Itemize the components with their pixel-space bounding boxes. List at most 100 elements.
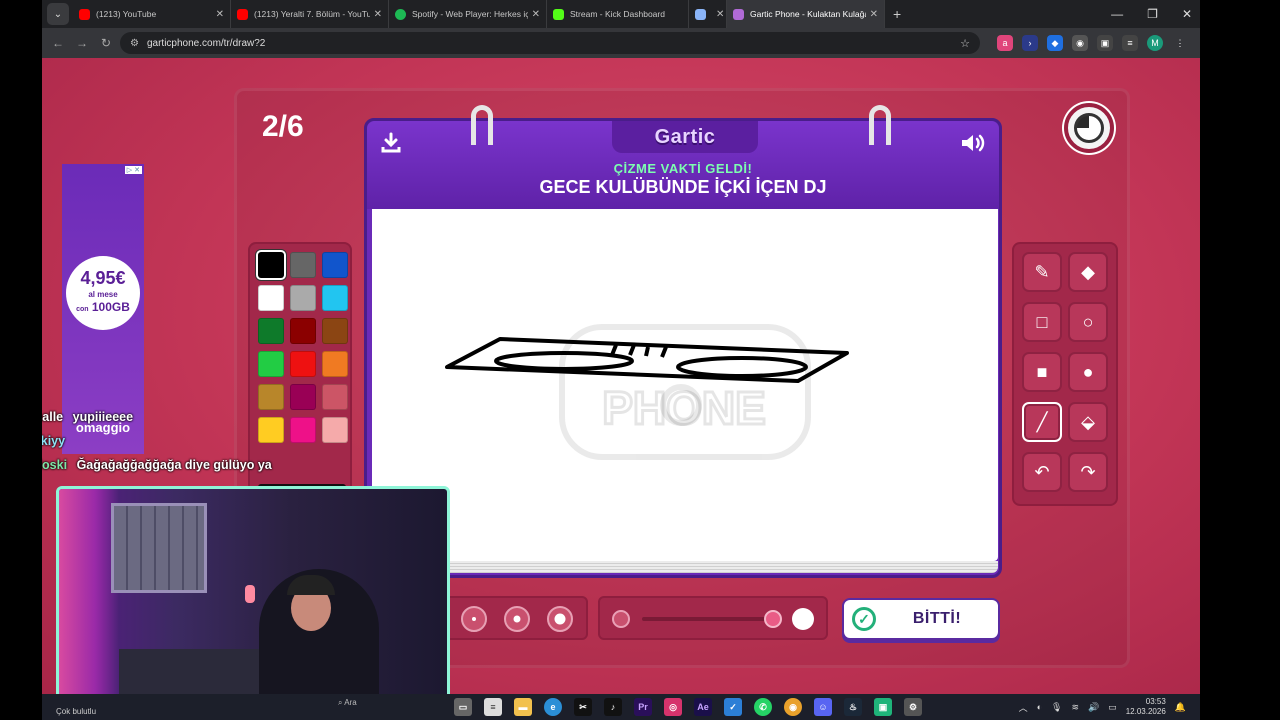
after-effects-icon[interactable]: Ae xyxy=(694,698,712,716)
forward-icon[interactable]: → xyxy=(70,36,94,50)
close-icon[interactable]: ✕ xyxy=(716,9,724,20)
wifi-icon[interactable]: ≋ xyxy=(1071,702,1079,713)
color-swatch[interactable] xyxy=(258,252,284,278)
notes-icon[interactable]: ≡ xyxy=(484,698,502,716)
discord-icon[interactable]: ☺ xyxy=(814,698,832,716)
rectangle-fill-tool[interactable]: ■ xyxy=(1022,352,1062,392)
close-window-icon[interactable]: ✕ xyxy=(1182,7,1192,21)
extension-icon[interactable]: a xyxy=(997,35,1013,51)
browser-tab[interactable]: Spotify - Web Player: Herkes için ✕ xyxy=(389,0,547,28)
battery-icon[interactable]: ▭ xyxy=(1108,702,1117,713)
color-swatch[interactable] xyxy=(258,417,284,443)
edge-icon[interactable]: e xyxy=(544,698,562,716)
opacity-handle[interactable] xyxy=(764,610,782,628)
address-bar[interactable]: ⚙ garticphone.com/tr/draw?2 ☆ xyxy=(120,32,980,54)
rectangle-outline-tool[interactable]: □ xyxy=(1022,302,1062,342)
reload-icon[interactable]: ↻ xyxy=(94,36,118,50)
restore-icon[interactable]: ❐ xyxy=(1147,7,1158,21)
tab-search-button[interactable]: ⌄ xyxy=(47,3,69,25)
whatsapp-icon[interactable]: ✆ xyxy=(754,698,772,716)
close-icon[interactable]: ✕ xyxy=(374,9,382,20)
color-swatch[interactable] xyxy=(290,318,316,344)
bookmark-star-icon[interactable]: ☆ xyxy=(960,37,970,50)
new-tab-button[interactable]: + xyxy=(893,6,901,22)
ad-choices-icon[interactable]: ▷ ✕ xyxy=(124,166,142,174)
color-swatch[interactable] xyxy=(258,351,284,377)
notifications-icon[interactable]: 🔔 xyxy=(1175,702,1186,713)
color-swatch[interactable] xyxy=(290,252,316,278)
browser-tab[interactable]: (1213) YouTube ✕ xyxy=(73,0,231,28)
undo-tool[interactable]: ↶ xyxy=(1022,452,1062,492)
eraser-tool[interactable]: ◆ xyxy=(1068,252,1108,292)
tray-chevron-icon[interactable]: ︿ xyxy=(1019,701,1028,714)
browser-tab[interactable]: ✕ xyxy=(689,0,727,28)
color-swatch[interactable] xyxy=(290,384,316,410)
brush-size-option[interactable] xyxy=(504,606,530,632)
extension-icon[interactable]: ◆ xyxy=(1047,35,1063,51)
taskbar-search[interactable]: ⌕ Ara xyxy=(338,698,357,708)
download-icon[interactable] xyxy=(379,131,403,155)
opacity-track[interactable] xyxy=(642,617,772,621)
paper-edge xyxy=(372,561,998,573)
color-swatch[interactable] xyxy=(258,318,284,344)
clock[interactable]: 03:53 12.03.2026 xyxy=(1126,697,1166,717)
color-swatch[interactable] xyxy=(322,384,348,410)
tray-app-icon[interactable]: ◐ xyxy=(1037,702,1042,712)
browser-tab[interactable]: (1213) Yeralti 7. Bölüm - YouTube ✕ xyxy=(231,0,389,28)
minimize-icon[interactable]: — xyxy=(1111,7,1123,21)
site-info-icon[interactable]: ⚙ xyxy=(130,38,139,49)
color-swatch[interactable] xyxy=(258,384,284,410)
color-swatch[interactable] xyxy=(290,285,316,311)
instagram-icon[interactable]: ◎ xyxy=(664,698,682,716)
close-icon[interactable]: ✕ xyxy=(870,9,878,20)
weather-text[interactable]: Çok bulutlu xyxy=(56,707,96,716)
chrome-icon[interactable]: ◉ xyxy=(784,698,802,716)
color-swatch[interactable] xyxy=(322,285,348,311)
media-icon[interactable]: ≡ xyxy=(1122,35,1138,51)
pencil-tool[interactable]: ✎ xyxy=(1022,252,1062,292)
color-swatch[interactable] xyxy=(322,252,348,278)
color-swatch[interactable] xyxy=(322,351,348,377)
menu-icon[interactable]: ⋮ xyxy=(1172,35,1188,51)
back-icon[interactable]: ← xyxy=(46,36,70,50)
capcut-icon[interactable]: ✂ xyxy=(574,698,592,716)
brush-size-option[interactable] xyxy=(461,606,487,632)
tiktok-icon[interactable]: ♪ xyxy=(604,698,622,716)
volume-icon[interactable]: 🔊 xyxy=(1088,702,1099,713)
redo-tool[interactable]: ↷ xyxy=(1068,452,1108,492)
avatar[interactable]: M xyxy=(1147,35,1163,51)
folder-icon[interactable]: ▬ xyxy=(514,698,532,716)
youtube-icon xyxy=(79,8,90,20)
extension-icon[interactable]: › xyxy=(1022,35,1038,51)
extension-icon[interactable]: ◉ xyxy=(1072,35,1088,51)
browser-tab-active[interactable]: Gartic Phone - Kulaktan Kulağa ✕ xyxy=(727,0,885,28)
browser-tab[interactable]: Stream - Kick Dashboard xyxy=(547,0,689,28)
close-icon[interactable]: ✕ xyxy=(216,9,224,20)
ad-price: 4,95€ xyxy=(80,268,126,288)
checkmark-app-icon[interactable]: ✓ xyxy=(724,698,742,716)
premiere-icon[interactable]: Pr xyxy=(634,698,652,716)
fill-bucket-tool[interactable]: ⬙ xyxy=(1068,402,1108,442)
opacity-slider[interactable] xyxy=(598,596,828,640)
sound-icon[interactable] xyxy=(959,131,987,155)
color-swatch[interactable] xyxy=(322,417,348,443)
color-swatch[interactable] xyxy=(258,285,284,311)
circle-outline-tool[interactable]: ○ xyxy=(1068,302,1108,342)
close-icon[interactable]: ✕ xyxy=(532,9,540,20)
tab-title: Spotify - Web Player: Herkes için xyxy=(412,9,528,19)
explorer-icon[interactable]: ▭ xyxy=(454,698,472,716)
done-button[interactable]: ✓ BİTTİ! xyxy=(842,598,1000,640)
mic-icon[interactable]: 🎙 xyxy=(1051,702,1062,713)
drawing-canvas[interactable]: PHONE xyxy=(372,209,998,561)
color-swatch[interactable] xyxy=(290,351,316,377)
circle-fill-tool[interactable]: ● xyxy=(1068,352,1108,392)
system-tray: ︿ ◐ 🎙 ≋ 🔊 ▭ 03:53 12.03.2026 🔔 xyxy=(1019,697,1186,717)
color-swatch[interactable] xyxy=(290,417,316,443)
settings-icon[interactable]: ⚙ xyxy=(904,698,922,716)
app-icon[interactable]: ▣ xyxy=(874,698,892,716)
brush-size-option[interactable] xyxy=(547,606,573,632)
color-swatch[interactable] xyxy=(322,318,348,344)
puzzle-icon[interactable]: ▣ xyxy=(1097,35,1113,51)
steam-icon[interactable]: ♨ xyxy=(844,698,862,716)
line-tool[interactable]: ╱ xyxy=(1022,402,1062,442)
